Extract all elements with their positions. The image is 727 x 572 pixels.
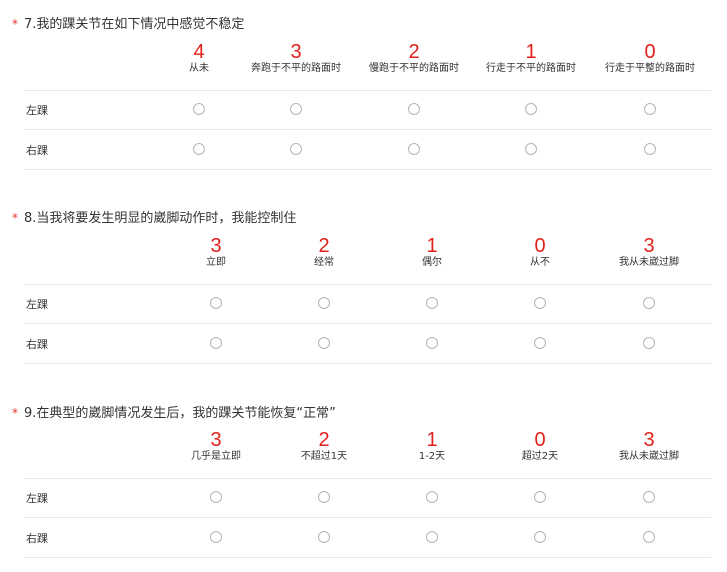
column-header: 2 慢跑于不平的路面时 xyxy=(354,42,474,90)
radio-option[interactable] xyxy=(643,491,655,503)
column-label: 慢跑于不平的路面时 xyxy=(369,63,459,74)
column-label: 立即 xyxy=(206,257,226,268)
column-header: 2 不超过1天 xyxy=(264,430,384,478)
question-text: 7.我的踝关节在如下情况中感觉不稳定 xyxy=(24,17,245,32)
required-marker: * xyxy=(12,17,18,31)
column-header: 0 行走于平整的路面时 xyxy=(590,42,710,90)
radio-option[interactable] xyxy=(644,103,656,115)
column-header: 3 立即 xyxy=(156,236,276,284)
column-header: 0 从不 xyxy=(480,236,600,284)
matrix-row-right-ankle: 右踝 xyxy=(24,518,711,558)
matrix-row-left-ankle: 左踝 xyxy=(24,284,711,324)
radio-option[interactable] xyxy=(193,143,205,155)
radio-option[interactable] xyxy=(426,297,438,309)
radio-option[interactable] xyxy=(426,337,438,349)
radio-option[interactable] xyxy=(290,143,302,155)
column-header: 2 经常 xyxy=(264,236,384,284)
score-number: 0 xyxy=(534,429,546,451)
row-label: 右踝 xyxy=(26,338,48,351)
column-label: 经常 xyxy=(314,257,334,268)
score-number: 4 xyxy=(193,41,205,63)
row-label: 左踝 xyxy=(26,298,48,311)
column-label: 1-2天 xyxy=(418,451,446,462)
score-number: 1 xyxy=(426,429,438,451)
column-header: 3 奔跑于不平的路面时 xyxy=(236,42,356,90)
column-label: 行走于不平的路面时 xyxy=(486,63,576,74)
radio-option[interactable] xyxy=(210,531,222,543)
score-number: 3 xyxy=(643,235,655,257)
radio-option[interactable] xyxy=(426,531,438,543)
column-label: 奔跑于不平的路面时 xyxy=(251,63,341,74)
column-label: 从未 xyxy=(189,63,209,74)
score-number: 3 xyxy=(210,235,222,257)
matrix-row-left-ankle: 左踝 xyxy=(24,90,711,130)
radio-option[interactable] xyxy=(643,531,655,543)
radio-option[interactable] xyxy=(643,297,655,309)
radio-option[interactable] xyxy=(525,103,537,115)
radio-option[interactable] xyxy=(318,491,330,503)
radio-option[interactable] xyxy=(210,337,222,349)
question-title: * 7.我的踝关节在如下情况中感觉不稳定 xyxy=(12,13,244,32)
radio-option[interactable] xyxy=(193,103,205,115)
score-number: 2 xyxy=(318,429,330,451)
matrix-header: 3 立即 2 经常 1 偶尔 0 从不 3 我从未崴过脚 xyxy=(24,236,711,285)
question-text: 9.在典型的崴脚情况发生后，我的踝关节能恢复“正常” xyxy=(24,406,336,421)
column-header: 3 我从未崴过脚 xyxy=(589,236,709,284)
radio-option[interactable] xyxy=(534,531,546,543)
matrix-row-right-ankle: 右踝 xyxy=(24,130,711,170)
question-title: * 8.当我将要发生明显的崴脚动作时，我能控制住 xyxy=(12,207,296,226)
matrix-row-right-ankle: 右踝 xyxy=(24,324,711,364)
column-header: 1 偶尔 xyxy=(372,236,492,284)
score-number: 2 xyxy=(408,41,420,63)
radio-option[interactable] xyxy=(408,143,420,155)
column-header: 3 几乎是立即 xyxy=(156,430,276,478)
column-label: 偶尔 xyxy=(422,257,442,268)
matrix-header: 3 几乎是立即 2 不超过1天 1 1-2天 0 超过2天 3 我从未崴过脚 xyxy=(24,430,711,479)
score-number: 0 xyxy=(534,235,546,257)
radio-option[interactable] xyxy=(534,337,546,349)
column-header: 1 行走于不平的路面时 xyxy=(471,42,591,90)
question-title: * 9.在典型的崴脚情况发生后，我的踝关节能恢复“正常” xyxy=(12,402,336,421)
radio-option[interactable] xyxy=(290,103,302,115)
score-number: 1 xyxy=(426,235,438,257)
column-header: 4 从未 xyxy=(159,42,239,90)
radio-option[interactable] xyxy=(318,531,330,543)
radio-option[interactable] xyxy=(643,337,655,349)
score-number: 1 xyxy=(525,41,537,63)
required-marker: * xyxy=(12,406,18,420)
radio-option[interactable] xyxy=(408,103,420,115)
row-label: 右踝 xyxy=(26,532,48,545)
row-label: 左踝 xyxy=(26,104,48,117)
radio-option[interactable] xyxy=(210,297,222,309)
column-label: 不超过1天 xyxy=(300,451,348,462)
column-label: 超过2天 xyxy=(521,451,559,462)
score-number: 0 xyxy=(644,41,656,63)
column-label: 行走于平整的路面时 xyxy=(605,63,695,74)
score-number: 3 xyxy=(643,429,655,451)
score-number: 3 xyxy=(210,429,222,451)
column-label: 我从未崴过脚 xyxy=(619,451,679,462)
column-label: 几乎是立即 xyxy=(191,451,241,462)
column-label: 从不 xyxy=(530,257,550,268)
score-number: 2 xyxy=(318,235,330,257)
row-label: 左踝 xyxy=(26,492,48,505)
column-header: 1 1-2天 xyxy=(372,430,492,478)
score-number: 3 xyxy=(290,41,302,63)
column-header: 0 超过2天 xyxy=(480,430,600,478)
radio-option[interactable] xyxy=(534,491,546,503)
radio-option[interactable] xyxy=(318,297,330,309)
column-header: 3 我从未崴过脚 xyxy=(589,430,709,478)
radio-option[interactable] xyxy=(534,297,546,309)
matrix-header: 4 从未 3 奔跑于不平的路面时 2 慢跑于不平的路面时 1 行走于不平的路面时… xyxy=(24,42,711,91)
radio-option[interactable] xyxy=(318,337,330,349)
row-label: 右踝 xyxy=(26,144,48,157)
matrix-row-left-ankle: 左踝 xyxy=(24,478,711,518)
column-label: 我从未崴过脚 xyxy=(619,257,679,268)
radio-option[interactable] xyxy=(210,491,222,503)
question-text: 8.当我将要发生明显的崴脚动作时，我能控制住 xyxy=(24,211,297,226)
radio-option[interactable] xyxy=(644,143,656,155)
required-marker: * xyxy=(12,211,18,225)
radio-option[interactable] xyxy=(426,491,438,503)
radio-option[interactable] xyxy=(525,143,537,155)
